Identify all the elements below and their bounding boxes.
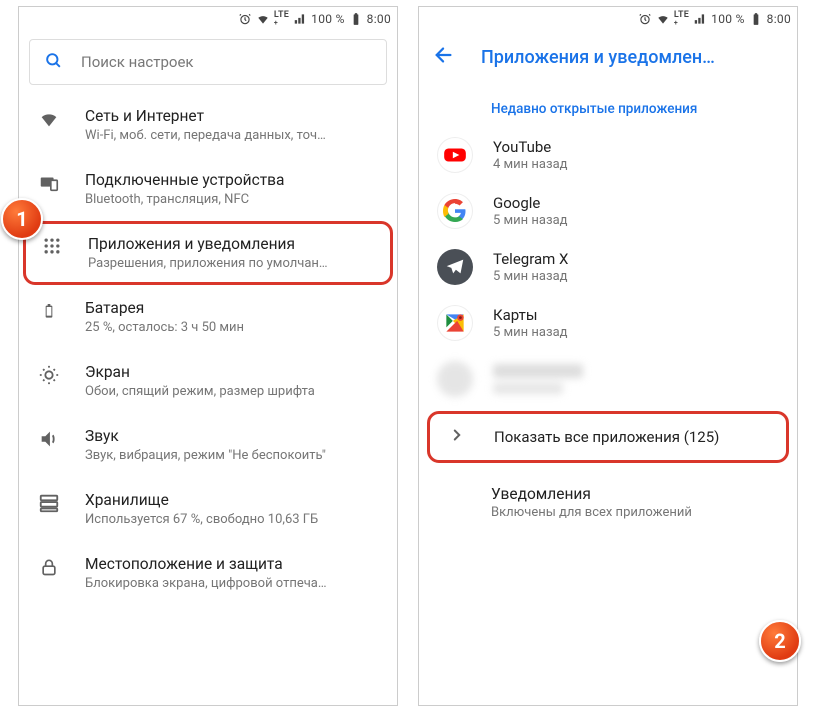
- row-sub: Используется 67 %, свободно 10,63 ГБ: [85, 511, 383, 528]
- battery-icon: [37, 298, 61, 322]
- app-name: Google: [493, 194, 567, 212]
- devices-icon: [37, 170, 61, 194]
- brightness-icon: [37, 362, 61, 386]
- apps-notifications-screen: LTE+ 100 % 8:00 Приложения и уведомлен… …: [418, 6, 798, 706]
- row-title: Звук: [85, 426, 383, 446]
- callout-step-1: 1: [1, 198, 43, 240]
- chevron-right-icon: [448, 426, 466, 448]
- row-security[interactable]: Местоположение и защита Блокировка экран…: [19, 541, 397, 594]
- row-sub: Включены для всех приложений: [491, 505, 781, 520]
- row-title: Хранилище: [85, 490, 383, 510]
- row-sub: 25 %, осталось: 3 ч 50 мин: [85, 319, 383, 336]
- row-battery[interactable]: Батарея 25 %, осталось: 3 ч 50 мин: [19, 285, 397, 349]
- show-all-apps[interactable]: Показать все приложения (125): [427, 411, 789, 463]
- row-connected-devices[interactable]: Подключенные устройства Bluetooth, транс…: [19, 157, 397, 221]
- youtube-icon: [437, 137, 473, 173]
- row-storage[interactable]: Хранилище Используется 67 %, свободно 10…: [19, 477, 397, 541]
- battery-percent: 100 %: [311, 12, 345, 26]
- app-sub: 5 мин назад: [493, 213, 567, 228]
- row-sound[interactable]: Звук Звук, вибрация, режим "Не беспокоит…: [19, 413, 397, 477]
- callout-step-2: 2: [759, 620, 801, 662]
- app-sub: [493, 383, 563, 394]
- battery-icon: [349, 12, 363, 26]
- row-title: Сеть и Интернет: [85, 106, 383, 126]
- row-title: Батарея: [85, 298, 383, 318]
- appbar-title: Приложения и уведомлен…: [481, 47, 783, 68]
- app-name: YouTube: [493, 138, 567, 156]
- lte-indicator: LTE+: [674, 11, 689, 27]
- app-row-youtube[interactable]: YouTube 4 мин назад: [419, 127, 797, 183]
- signal-icon: [293, 12, 307, 26]
- wifi-icon: [37, 106, 61, 130]
- row-title: Местоположение и защита: [85, 554, 383, 574]
- app-row-telegram[interactable]: Telegram X 5 мин назад: [419, 239, 797, 295]
- clock: 8:00: [367, 12, 391, 26]
- app-row-hidden[interactable]: [419, 351, 797, 407]
- battery-percent: 100 %: [711, 12, 745, 26]
- google-icon: [437, 193, 473, 229]
- search-icon: [44, 51, 63, 74]
- status-bar: LTE+ 100 % 8:00: [19, 7, 397, 31]
- row-title: Подключенные устройства: [85, 170, 383, 190]
- recent-apps-list: YouTube 4 мин назад Google 5 мин назад T…: [419, 127, 797, 407]
- app-sub: 5 мин назад: [493, 269, 568, 284]
- signal-icon: [693, 12, 707, 26]
- row-title: Экран: [85, 362, 383, 382]
- app-row-maps[interactable]: Карты 5 мин назад: [419, 295, 797, 351]
- row-notifications[interactable]: Уведомления Включены для всех приложений: [419, 469, 797, 532]
- search-placeholder: Поиск настроек: [81, 53, 194, 71]
- lte-indicator: LTE+: [274, 11, 289, 27]
- row-network[interactable]: Сеть и Интернет Wi-Fi, моб. сети, переда…: [19, 93, 397, 157]
- hidden-app-icon: [437, 361, 473, 397]
- maps-icon: [437, 305, 473, 341]
- show-all-label: Показать все приложения (125): [494, 428, 719, 446]
- row-sub: Обои, спящий режим, размер шрифта: [85, 383, 383, 400]
- app-row-google[interactable]: Google 5 мин назад: [419, 183, 797, 239]
- app-name: [493, 364, 583, 378]
- clock: 8:00: [767, 12, 791, 26]
- storage-icon: [37, 490, 61, 514]
- settings-list: Сеть и Интернет Wi-Fi, моб. сети, переда…: [19, 93, 397, 594]
- app-bar: Приложения и уведомлен…: [419, 31, 797, 83]
- status-bar: LTE+ 100 % 8:00: [419, 7, 797, 31]
- back-button[interactable]: [433, 44, 455, 70]
- row-apps-notifications[interactable]: Приложения и уведомления Разрешения, при…: [23, 221, 393, 285]
- telegram-icon: [437, 249, 473, 285]
- fade: [19, 691, 397, 705]
- apps-icon: [40, 234, 64, 256]
- row-sub: Bluetooth, трансляция, NFC: [85, 191, 383, 208]
- lock-icon: [37, 554, 61, 578]
- row-sub: Wi-Fi, моб. сети, передача данных, точ…: [85, 127, 383, 144]
- alarm-icon: [638, 12, 652, 26]
- search-input[interactable]: Поиск настроек: [29, 39, 387, 85]
- sound-icon: [37, 426, 61, 450]
- app-name: Telegram X: [493, 250, 568, 268]
- battery-icon: [749, 12, 763, 26]
- fade: [419, 691, 797, 705]
- app-sub: 5 мин назад: [493, 325, 567, 340]
- row-sub: Блокировка экрана, цифровой отпеча…: [85, 575, 383, 592]
- row-display[interactable]: Экран Обои, спящий режим, размер шрифта: [19, 349, 397, 413]
- settings-screen: LTE+ 100 % 8:00 Поиск настроек Сеть и Ин…: [18, 6, 398, 706]
- row-sub: Разрешения, приложения по умолчан…: [88, 255, 380, 272]
- row-sub: Звук, вибрация, режим "Не беспокоить": [85, 447, 383, 464]
- section-recently-opened: Недавно открытые приложения: [419, 83, 797, 127]
- app-name: Карты: [493, 306, 567, 324]
- row-title: Приложения и уведомления: [88, 234, 380, 254]
- wifi-icon: [256, 12, 270, 26]
- alarm-icon: [238, 12, 252, 26]
- row-title: Уведомления: [491, 485, 781, 503]
- app-sub: 4 мин назад: [493, 157, 567, 172]
- wifi-icon: [656, 12, 670, 26]
